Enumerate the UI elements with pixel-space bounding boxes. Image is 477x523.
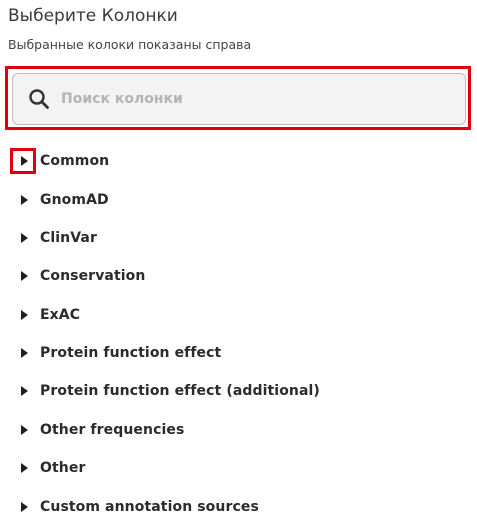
caret-right-icon	[20, 425, 28, 435]
caret-right-icon	[20, 310, 28, 320]
tree-item-label: Protein function effect	[40, 345, 222, 361]
panel-subtitle: Выбранные колоки показаны справа	[8, 37, 252, 52]
expand-caret[interactable]	[10, 455, 36, 481]
expand-caret[interactable]	[10, 494, 36, 520]
column-selector-panel: Выберите Колонки Выбранные колоки показа…	[0, 0, 477, 523]
search-input[interactable]	[61, 86, 451, 112]
tree-item-label: Custom annotation sources	[40, 499, 259, 515]
expand-caret[interactable]	[10, 340, 36, 366]
tree-item-protein-function-effect[interactable]: Protein function effect	[10, 340, 221, 366]
tree-item-gnomad[interactable]: GnomAD	[10, 187, 109, 213]
caret-right-icon	[20, 463, 28, 473]
tree-item-exac[interactable]: ExAC	[10, 302, 80, 328]
tree-item-conservation[interactable]: Conservation	[10, 263, 145, 289]
tree-item-label: Conservation	[40, 268, 146, 284]
caret-right-icon	[20, 348, 28, 358]
tree-item-label: Protein function effect (additional)	[40, 383, 320, 399]
tree-item-label: ExAC	[40, 307, 81, 323]
tree-item-clinvar[interactable]: ClinVar	[10, 225, 97, 251]
tree-item-label: Other	[40, 460, 86, 476]
expand-caret[interactable]	[10, 302, 36, 328]
caret-right-icon	[20, 233, 28, 243]
caret-right-icon	[20, 271, 28, 281]
expand-caret[interactable]	[10, 187, 36, 213]
tree-item-protein-function-effect-additional[interactable]: Protein function effect (additional)	[10, 378, 320, 404]
caret-right-icon	[20, 156, 28, 166]
tree-item-label: GnomAD	[40, 192, 109, 208]
tree-item-custom-annotation-sources[interactable]: Custom annotation sources	[10, 494, 259, 520]
tree-item-label: ClinVar	[40, 230, 97, 246]
tree-item-label: Other frequencies	[40, 422, 185, 438]
caret-right-icon	[20, 386, 28, 396]
search-icon	[29, 89, 49, 109]
expand-caret[interactable]	[10, 378, 36, 404]
tree-item-other-frequencies[interactable]: Other frequencies	[10, 417, 184, 443]
caret-right-icon	[20, 502, 28, 512]
expand-caret[interactable]	[10, 417, 36, 443]
panel-title: Выберите Колонки	[8, 6, 178, 26]
caret-right-icon	[20, 195, 28, 205]
expand-caret[interactable]	[10, 263, 36, 289]
expand-caret[interactable]	[10, 225, 36, 251]
tree-item-other[interactable]: Other	[10, 455, 85, 481]
search-field[interactable]	[12, 73, 466, 125]
tree-item-common[interactable]: Common	[10, 148, 109, 174]
tree-item-label: Common	[40, 153, 110, 169]
expand-caret-highlighted[interactable]	[10, 148, 36, 174]
